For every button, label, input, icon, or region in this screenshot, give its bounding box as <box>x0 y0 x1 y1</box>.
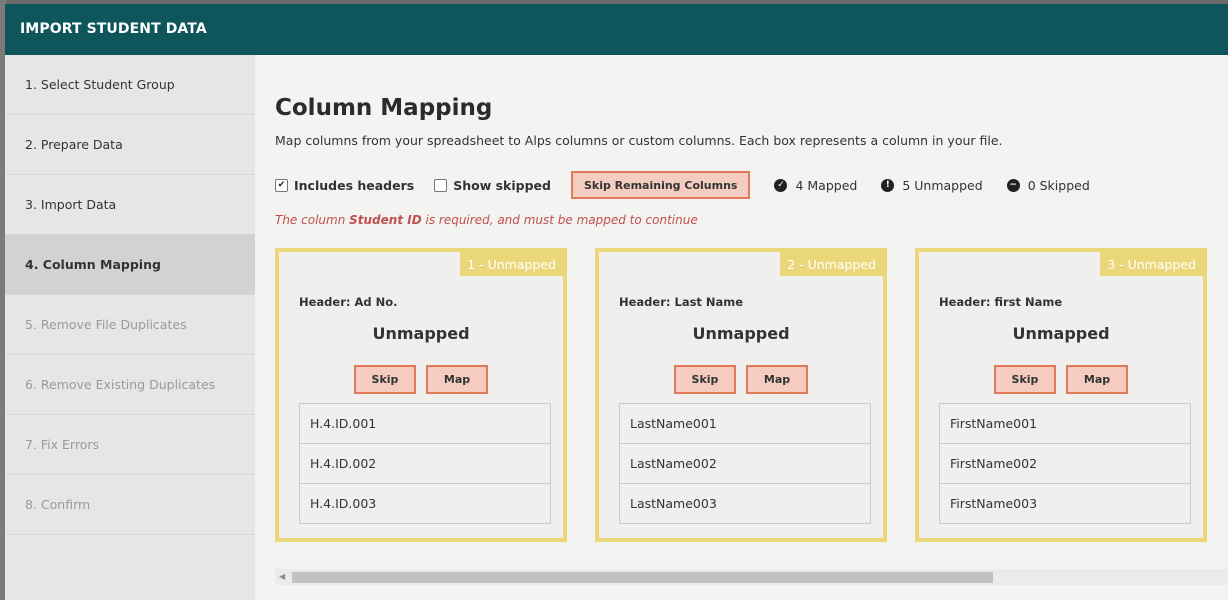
step-select-student-group[interactable]: 1. Select Student Group <box>5 55 255 115</box>
step-label: 5. Remove File Duplicates <box>25 317 187 332</box>
sample-row: FirstName001 <box>950 416 1038 431</box>
column-status-badge: 3 - Unmapped <box>1100 252 1203 276</box>
validation-error: The column Student ID is required, and m… <box>275 213 698 227</box>
minus-circle-icon: − <box>1006 178 1020 192</box>
show-skipped-checkbox[interactable]: Show skipped <box>434 178 551 193</box>
mapping-toolbar: ✔ Includes headers Show skipped Skip Rem… <box>275 170 1090 200</box>
sample-row: LastName003 <box>620 483 870 523</box>
skip-button[interactable]: Skip <box>994 365 1056 394</box>
checkbox-box <box>434 178 448 192</box>
skipped-count-label: 0 Skipped <box>1027 177 1090 193</box>
map-button[interactable]: Map <box>746 365 808 394</box>
sample-values: H.4.ID.001 H.4.ID.002 H.4.ID.003 <box>299 403 551 524</box>
column-status-badge: 2 - Unmapped <box>780 252 883 276</box>
error-prefix: The column <box>275 213 350 227</box>
card-actions: Skip Map <box>279 365 563 394</box>
step-confirm: 8. Confirm <box>5 475 255 535</box>
unmapped-count-label: 5 Unmapped <box>902 177 983 193</box>
map-button[interactable]: Map <box>426 365 488 394</box>
show-skipped-label: Show skipped <box>453 177 551 193</box>
step-prepare-data[interactable]: 2. Prepare Data <box>5 115 255 175</box>
column-card-1: 1 - Unmapped Header: Ad No. Unmapped Ski… <box>275 248 567 542</box>
sample-row: FirstName002 <box>940 443 1190 483</box>
page-title: Column Mapping <box>275 95 493 121</box>
column-header-label: Header: Ad No. <box>299 295 398 309</box>
step-label: 8. Confirm <box>25 497 91 512</box>
skip-button[interactable]: Skip <box>674 365 736 394</box>
column-card-3: 3 - Unmapped Header: first Name Unmapped… <box>915 248 1207 542</box>
sample-row: H.4.ID.001 <box>310 416 377 431</box>
modal-title: IMPORT STUDENT DATA <box>20 21 207 37</box>
mapped-count: ✓ 4 Mapped <box>774 178 857 193</box>
mapping-state: Unmapped <box>1012 324 1110 343</box>
includes-headers-checkbox[interactable]: ✔ Includes headers <box>275 178 414 193</box>
skipped-count: − 0 Skipped <box>1006 177 1090 193</box>
scrollbar-thumb[interactable] <box>292 572 993 583</box>
step-import-data[interactable]: 3. Import Data <box>5 175 255 235</box>
check-circle-icon: ✓ <box>774 178 788 192</box>
sample-values: FirstName001 FirstName002 FirstName003 <box>939 403 1191 524</box>
scroll-left-icon[interactable]: ◀ <box>279 572 285 581</box>
mapped-count-label: 4 Mapped <box>795 177 858 193</box>
includes-headers-label: Includes headers <box>294 177 415 193</box>
error-field: Student ID <box>349 213 422 227</box>
sample-row: H.4.ID.002 <box>300 443 550 483</box>
sample-values: LastName001 LastName002 LastName003 <box>619 403 871 524</box>
sample-row: FirstName003 <box>940 483 1190 523</box>
sample-row: LastName002 <box>620 443 870 483</box>
column-card-2: 2 - Unmapped Header: Last Name Unmapped … <box>595 248 887 542</box>
step-label: 7. Fix Errors <box>25 437 100 452</box>
sample-row: LastName001 <box>630 416 717 431</box>
horizontal-scrollbar[interactable]: ◀ <box>275 569 1228 585</box>
steps-sidebar: 1. Select Student Group 2. Prepare Data … <box>5 55 255 600</box>
page-description: Map columns from your spreadsheet to Alp… <box>275 133 1003 148</box>
step-label: 4. Column Mapping <box>25 257 161 272</box>
map-button[interactable]: Map <box>1066 365 1128 394</box>
skip-remaining-columns-button[interactable]: Skip Remaining Columns <box>570 171 751 199</box>
step-column-mapping[interactable]: 4. Column Mapping <box>5 235 255 295</box>
column-header-label: Header: Last Name <box>619 295 744 309</box>
error-suffix: is required, and must be mapped to conti… <box>421 213 698 227</box>
step-label: 3. Import Data <box>25 197 117 212</box>
check-icon: ✔ <box>275 178 288 192</box>
step-fix-errors: 7. Fix Errors <box>5 415 255 475</box>
step-label: 2. Prepare Data <box>25 137 123 152</box>
modal-header: IMPORT STUDENT DATA <box>5 4 1228 55</box>
exclamation-circle-icon: ! <box>881 178 895 192</box>
step-label: 1. Select Student Group <box>25 77 175 92</box>
step-label: 6. Remove Existing Duplicates <box>25 377 216 392</box>
column-status-badge: 1 - Unmapped <box>460 252 563 276</box>
card-actions: Skip Map <box>599 365 883 394</box>
sample-row: H.4.ID.003 <box>300 483 550 523</box>
step-remove-existing-duplicates: 6. Remove Existing Duplicates <box>5 355 255 415</box>
card-actions: Skip Map <box>919 365 1203 394</box>
mapping-state: Unmapped <box>692 324 790 343</box>
mapping-state: Unmapped <box>372 324 470 343</box>
import-modal: IMPORT STUDENT DATA 1. Select Student Gr… <box>5 4 1228 600</box>
step-remove-file-duplicates: 5. Remove File Duplicates <box>5 295 255 355</box>
column-header-label: Header: first Name <box>939 295 1063 309</box>
main-content: Column Mapping Map columns from your spr… <box>255 55 1228 600</box>
skip-button[interactable]: Skip <box>354 365 416 394</box>
unmapped-count: ! 5 Unmapped <box>881 177 983 193</box>
